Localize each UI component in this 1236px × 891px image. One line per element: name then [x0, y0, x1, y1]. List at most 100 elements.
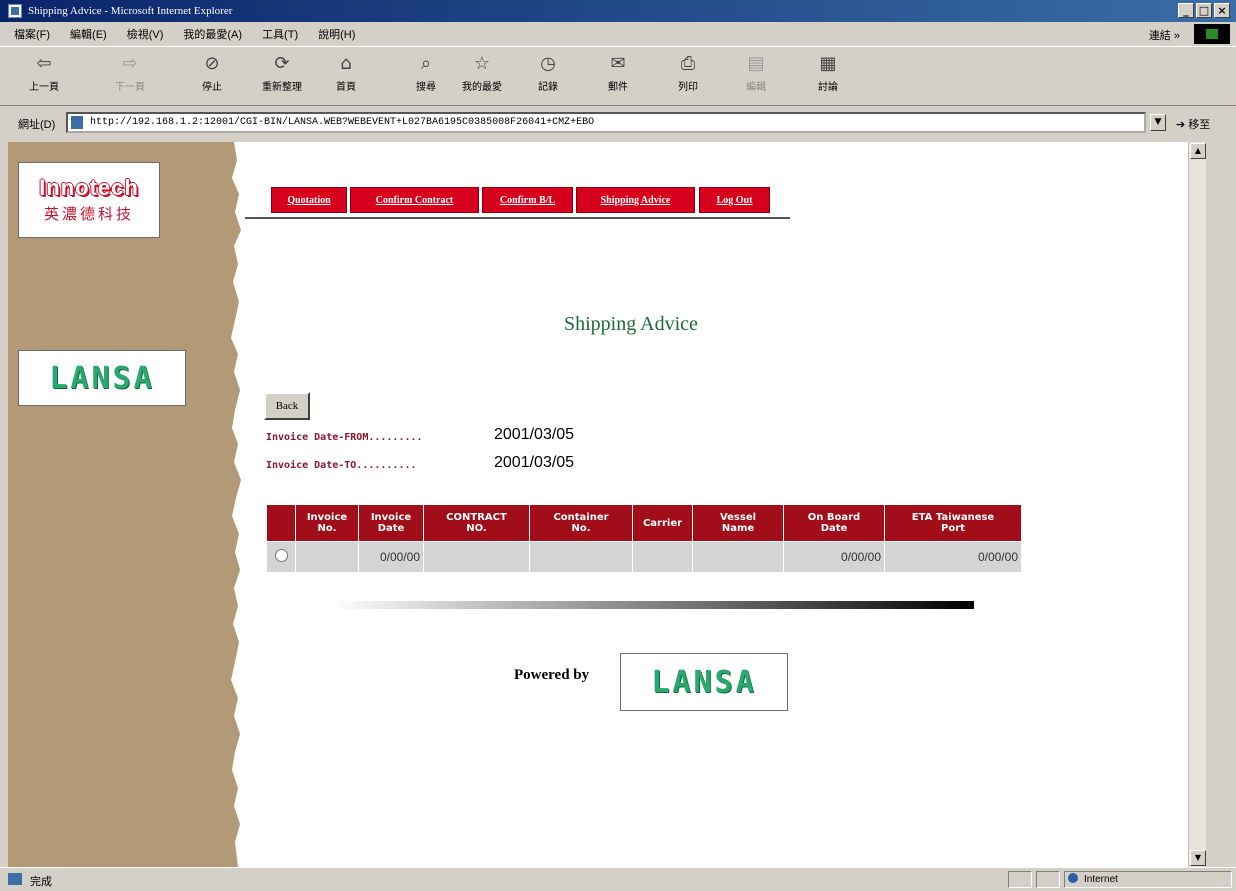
scroll-up-button[interactable]: ▲ [1190, 143, 1206, 159]
close-button[interactable]: × [1214, 3, 1230, 18]
status-cell [1008, 871, 1032, 888]
back-button[interactable]: Back [264, 392, 310, 420]
toolbar-forward-button[interactable]: ⇨ 下一頁 [104, 53, 156, 93]
toolbar-home-button[interactable]: ⌂ 首頁 [320, 53, 372, 93]
page-content: Innotech 英濃德科技 LANSA Quotation Confirm C… [8, 142, 1206, 867]
address-input[interactable]: http://192.168.1.2:12001/CGI-BIN/LANSA.W… [66, 112, 1146, 133]
ie-icon [8, 4, 22, 18]
toolbar-mail-label: 郵件 [608, 82, 628, 93]
status-bar: 完成 Internet [0, 867, 1236, 891]
menu-help[interactable]: 說明(H) [318, 26, 355, 42]
toolbar-print-label: 列印 [678, 82, 698, 93]
invoice-date-to-value: 2001/03/05 [494, 454, 575, 471]
toolbar-print-button[interactable]: ⎙ 列印 [662, 53, 714, 93]
cell-invoice-no [295, 541, 359, 573]
page-icon [71, 116, 83, 129]
column-header-vessel-name: Vessel Name [692, 504, 784, 542]
toolbar-edit-button[interactable]: ▤ 編輯 [730, 53, 782, 93]
column-header-invoice-date: Invoice Date [358, 504, 424, 542]
links-button[interactable]: 連結 » [1149, 27, 1180, 43]
invoice-date-to-row: Invoice Date-TO.......... 2001/03/05 [266, 454, 574, 471]
tab-log-out[interactable]: Log Out [699, 187, 770, 213]
shipping-advice-table: Invoice No. Invoice Date CONTRACT NO. Conta… [266, 504, 1022, 573]
toolbar-favorites-label: 我的最愛 [462, 82, 502, 93]
column-header-select [266, 504, 296, 542]
table-header-row: Invoice No. Invoice Date CONTRACT NO. Conta… [266, 504, 1022, 542]
cell-container-no [529, 541, 633, 573]
security-zone-label: Internet [1084, 874, 1118, 885]
cell-eta-taiwanese-port: 0/00/00 [884, 541, 1022, 573]
invoice-date-from-row: Invoice Date-FROM......... 2001/03/05 [266, 426, 574, 443]
status-cell [1036, 871, 1060, 888]
toolbar-favorites-button[interactable]: ☆ 我的最愛 [456, 53, 508, 93]
maximize-button[interactable]: □ [1196, 3, 1212, 18]
invoice-date-from-label: Invoice Date-FROM......... [266, 432, 423, 443]
toolbar-back-button[interactable]: ⇦ 上一頁 [18, 53, 70, 93]
scroll-down-button[interactable]: ▼ [1190, 850, 1206, 866]
print-icon: ⎙ [680, 53, 696, 74]
back-arrow-icon: ⇦ [36, 53, 52, 74]
browser-toolbar: ⇦ 上一頁 ⇨ 下一頁 ⊘ 停止 ⟳ 重新整理 ⌂ 首頁 ⌕ 搜尋 ☆ 我的最愛… [0, 46, 1236, 106]
menu-file[interactable]: 檔案(F) [14, 26, 50, 42]
column-header-eta-taiwanese-port: ETA Taiwanese Port [884, 504, 1022, 542]
globe-icon [1068, 873, 1078, 883]
toolbar-refresh-button[interactable]: ⟳ 重新整理 [256, 53, 308, 93]
window-titlebar: Shipping Advice - Microsoft Internet Exp… [0, 0, 1236, 22]
mail-icon: ✉ [610, 53, 626, 74]
favorites-icon: ☆ [473, 53, 491, 74]
row-select-radio[interactable] [274, 549, 288, 562]
edit-icon: ▤ [747, 53, 765, 74]
toolbar-stop-button[interactable]: ⊘ 停止 [186, 53, 238, 93]
menu-favorites[interactable]: 我的最愛(A) [183, 26, 242, 42]
table-row: 0/00/00 0/00/00 0/00/00 [266, 541, 1022, 573]
cell-vessel-name [692, 541, 784, 573]
address-dropdown-button[interactable]: ▼ [1150, 114, 1166, 131]
vertical-scrollbar[interactable]: ▲ ▼ [1188, 142, 1206, 867]
address-label: 網址(D) [18, 119, 56, 131]
page-status-icon [8, 873, 22, 885]
lansa-sidebar-logo: LANSA [18, 350, 186, 406]
stop-icon: ⊘ [204, 53, 220, 74]
toolbar-edit-label: 編輯 [746, 82, 766, 93]
security-zone: Internet [1068, 873, 1218, 885]
address-bar: 網址(D) http://192.168.1.2:12001/CGI-BIN/L… [0, 106, 1236, 140]
home-icon: ⌂ [340, 53, 352, 74]
gradient-divider [332, 601, 974, 609]
tab-quotation[interactable]: Quotation [271, 187, 347, 213]
row-select-radio-cell [266, 541, 296, 573]
tab-shipping-advice[interactable]: Shipping Advice [576, 187, 695, 213]
powered-by-label: Powered by [514, 667, 590, 683]
lansa-footer-logo: LANSA [620, 653, 788, 711]
menu-view[interactable]: 檢視(V) [127, 26, 164, 42]
toolbar-refresh-label: 重新整理 [262, 82, 302, 93]
invoice-date-from-value: 2001/03/05 [494, 426, 575, 443]
go-button[interactable]: ➔ 移至 [1176, 116, 1210, 132]
toolbar-home-label: 首頁 [336, 82, 356, 93]
toolbar-discuss-label: 討論 [818, 82, 838, 93]
column-header-carrier: Carrier [632, 504, 693, 542]
cell-carrier [632, 541, 693, 573]
innotech-logo-text: Innotech [39, 175, 139, 200]
menu-bar: 檔案(F) 編輯(E) 檢視(V) 我的最愛(A) 工具(T) 說明(H) 連結… [0, 22, 1236, 46]
discuss-icon: ▦ [819, 53, 837, 74]
cell-invoice-date: 0/00/00 [358, 541, 424, 573]
toolbar-history-button[interactable]: ◷ 記錄 [522, 53, 574, 93]
invoice-date-to-label: Invoice Date-TO.......... [266, 460, 417, 471]
refresh-icon: ⟳ [274, 53, 290, 74]
status-text: 完成 [30, 876, 52, 888]
menu-edit[interactable]: 編輯(E) [70, 26, 107, 42]
toolbar-discuss-button[interactable]: ▦ 討論 [802, 53, 854, 93]
menu-tools[interactable]: 工具(T) [262, 26, 298, 42]
minimize-button[interactable]: _ [1178, 3, 1194, 18]
windows-logo-icon [1194, 24, 1230, 44]
sidebar-torn-paper [8, 142, 241, 867]
tab-confirm-contract[interactable]: Confirm Contract [350, 187, 479, 213]
toolbar-mail-button[interactable]: ✉ 郵件 [592, 53, 644, 93]
tab-confirm-bl[interactable]: Confirm B/L [482, 187, 573, 213]
cell-contract-no [423, 541, 530, 573]
toolbar-history-label: 記錄 [538, 82, 558, 93]
window-title: Shipping Advice - Microsoft Internet Exp… [28, 5, 233, 17]
column-header-on-board-date: On Board Date [783, 504, 885, 542]
toolbar-search-button[interactable]: ⌕ 搜尋 [400, 53, 452, 93]
column-header-container-no: Container No. [529, 504, 633, 542]
